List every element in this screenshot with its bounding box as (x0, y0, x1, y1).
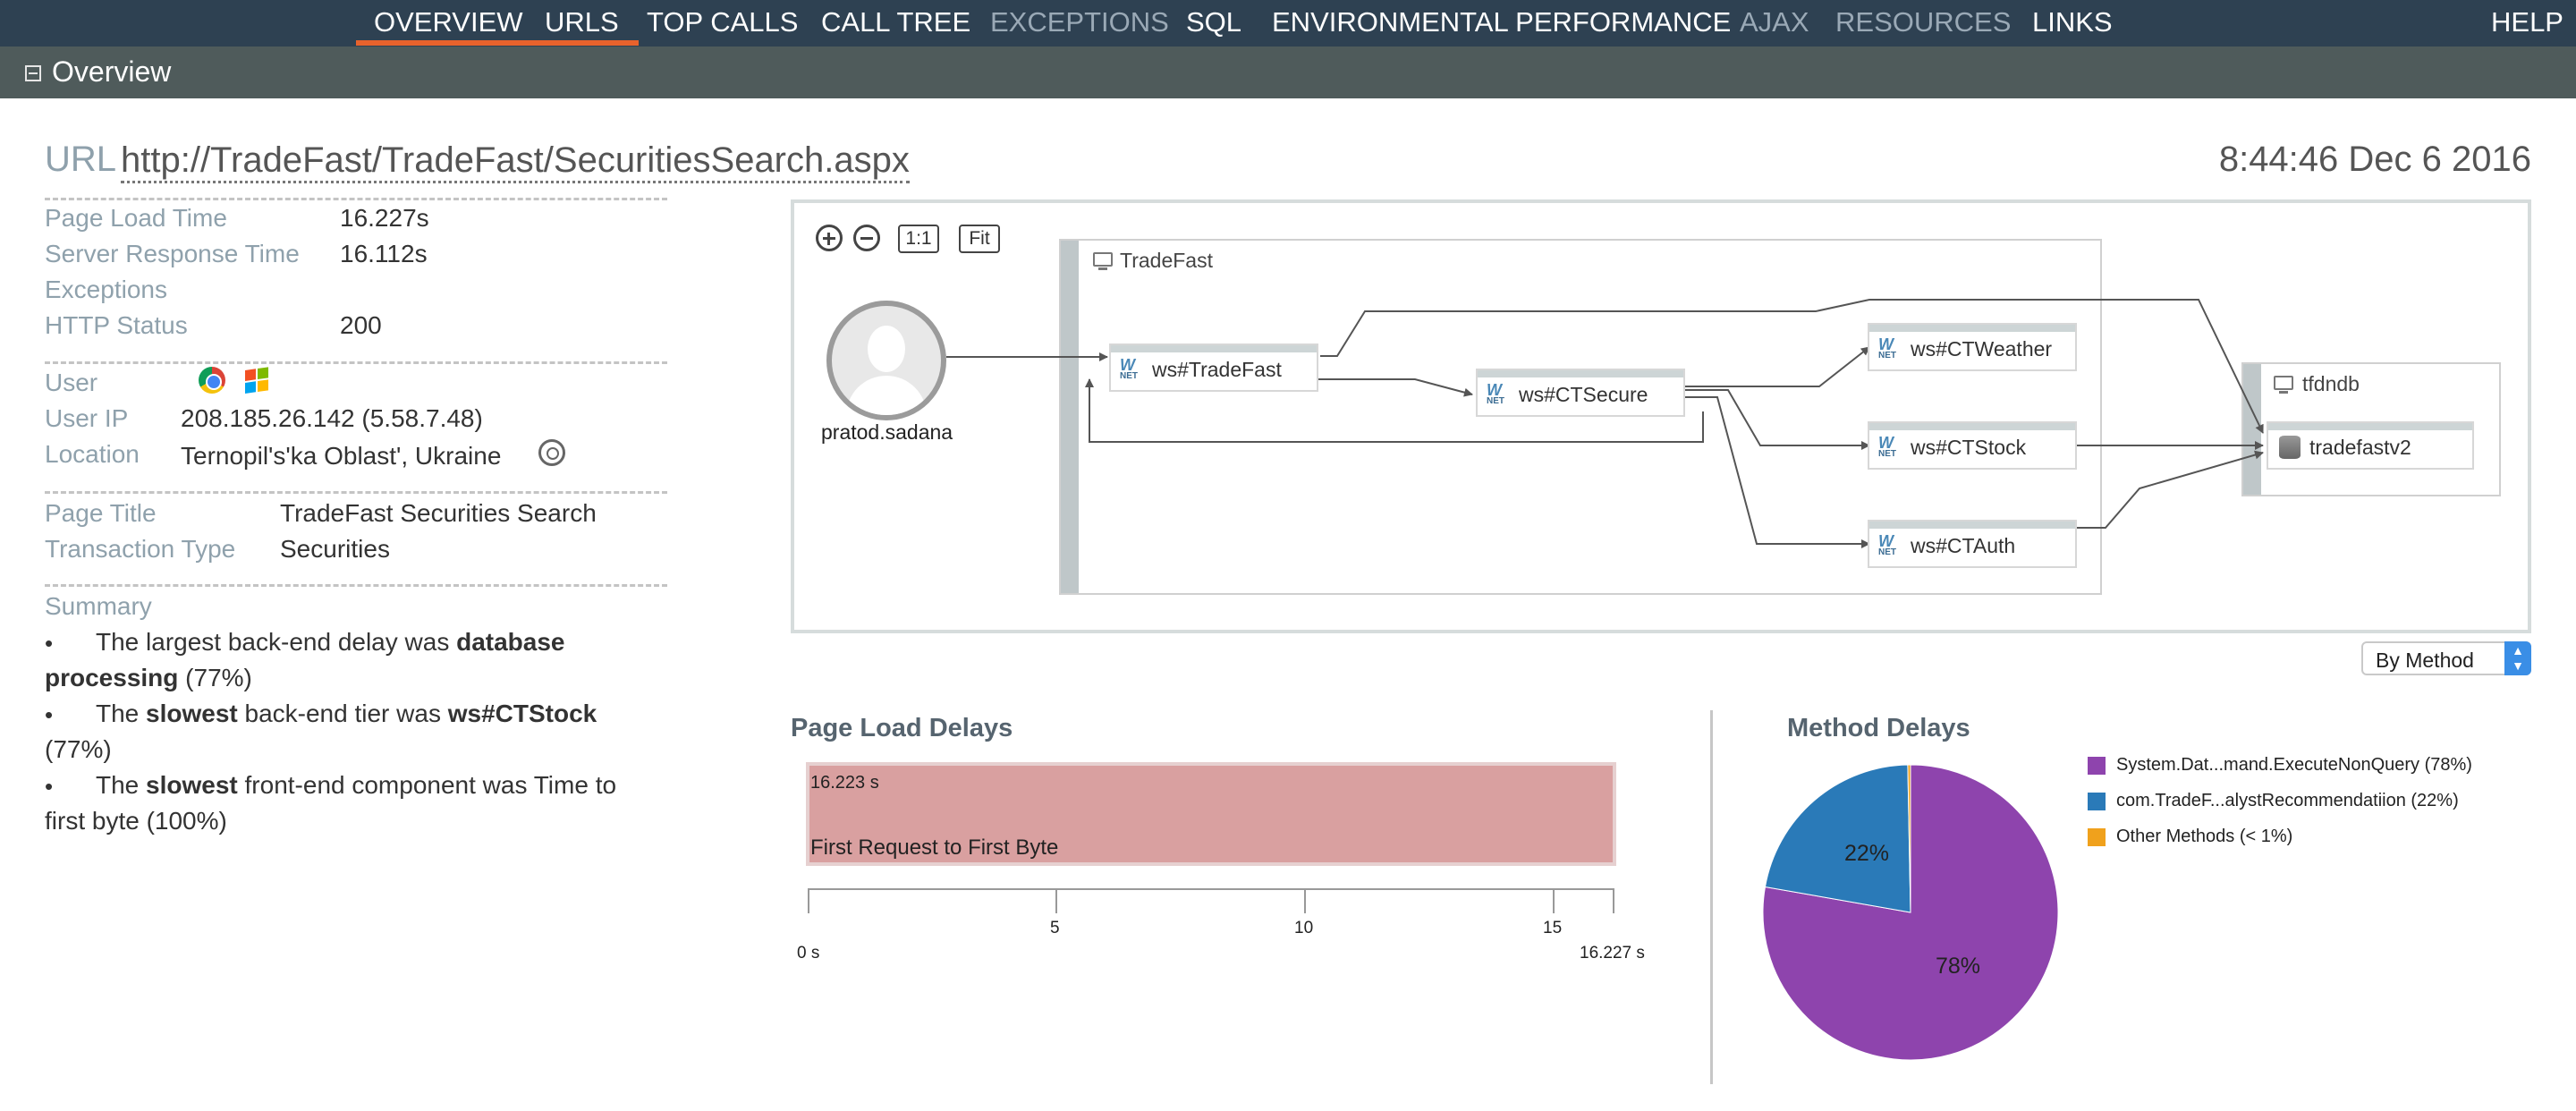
dotnet-icon: W NET (1878, 532, 1896, 557)
dotnet-icon: W NET (1878, 335, 1896, 360)
legend-swatch (2088, 793, 2106, 810)
topology-edges (946, 299, 2264, 548)
node-ws-ctauth[interactable]: W NET ws#CTAuth (1868, 520, 2077, 568)
dotnet-icon: W NET (1487, 381, 1504, 406)
legend-swatch (2088, 757, 2106, 775)
axis-tick (1553, 888, 1555, 913)
node-ws-tradefast[interactable]: W NET ws#TradeFast (1109, 343, 1318, 392)
pie-slice[interactable] (1764, 764, 1911, 913)
axis-tick (1613, 888, 1614, 913)
method-delays-title: Method Delays (1787, 714, 1970, 742)
node-ws-ctsecure[interactable]: W NET ws#CTSecure (1476, 369, 1685, 417)
database-icon (2279, 436, 2301, 459)
x-axis (808, 888, 1614, 890)
dotnet-icon: W NET (1120, 356, 1138, 381)
view-by-select[interactable]: By Method ▲ ▼ (2361, 641, 2531, 675)
axis-tick (1304, 888, 1306, 913)
user-avatar[interactable] (826, 301, 946, 420)
node-ws-ctstock[interactable]: W NET ws#CTStock (1868, 421, 2077, 470)
legend-item: System.Dat...mand.ExecuteNonQuery (78%) (2116, 755, 2472, 775)
pie-slice-label: 78% (1936, 954, 1981, 979)
node-ws-ctweather[interactable]: W NET ws#CTWeather (1868, 323, 2077, 371)
dotnet-icon: W NET (1878, 434, 1896, 459)
node-database[interactable]: tradefastv2 (2267, 421, 2474, 470)
legend-item: com.TradeF...alystRecommendatiion (22%) (2116, 791, 2459, 810)
axis-max-label: 16.227 s (1580, 944, 1645, 963)
bar-value-label: 16.223 s (810, 773, 879, 793)
axis-tick-label: 10 (1294, 919, 1314, 937)
user-name: pratod.sadana (821, 420, 953, 444)
pie-slice-label: 22% (1844, 841, 1890, 866)
axis-tick (1055, 888, 1057, 913)
page-load-delays-title: Page Load Delays (791, 714, 1013, 742)
bar-category-label: First Request to First Byte (810, 835, 1059, 860)
axis-tick (808, 888, 809, 913)
legend-swatch (2088, 828, 2106, 846)
axis-tick-label: 15 (1543, 919, 1563, 937)
method-delays-pie[interactable] (1758, 760, 2063, 1064)
axis-tick-label: 5 (1050, 919, 1060, 937)
select-arrows-icon: ▲ ▼ (2504, 641, 2531, 675)
panel-divider (1710, 710, 1713, 1084)
legend-item: Other Methods (< 1%) (2116, 827, 2293, 846)
axis-min-label: 0 s (797, 944, 820, 963)
